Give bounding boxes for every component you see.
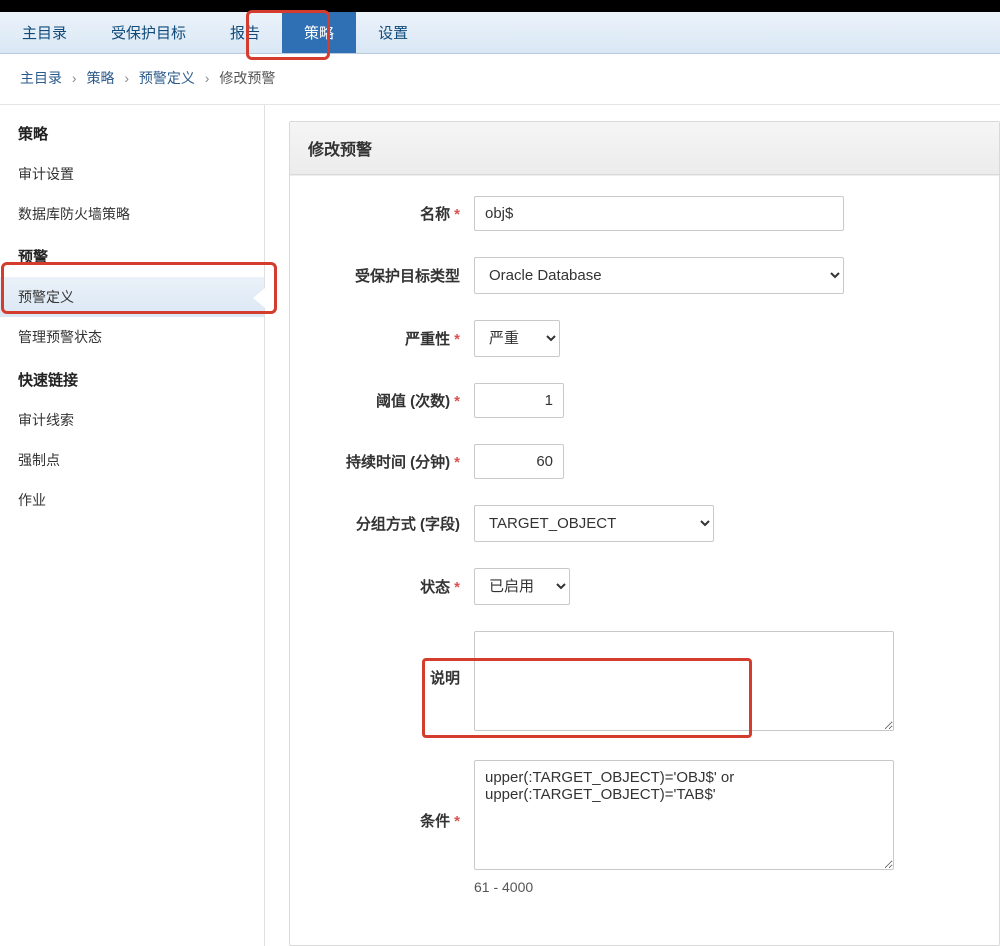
nav-tab-reports[interactable]: 报告: [208, 12, 282, 53]
crumb-separator: ›: [205, 70, 210, 86]
select-severity[interactable]: 严重: [474, 320, 560, 357]
main-layout: 策略 审计设置 数据库防火墙策略 预警 预警定义 管理预警状态 快速链接 审计线…: [0, 105, 1000, 946]
crumb-separator: ›: [124, 70, 129, 86]
sidebar-item-manage-alert-status[interactable]: 管理预警状态: [0, 317, 264, 357]
textarea-condition[interactable]: [474, 760, 894, 870]
label-name: 名称*: [314, 203, 474, 224]
label-threshold: 阈值 (次数)*: [314, 390, 474, 411]
sidebar: 策略 审计设置 数据库防火墙策略 预警 预警定义 管理预警状态 快速链接 审计线…: [0, 105, 265, 946]
nav-tab-policy[interactable]: 策略: [282, 12, 356, 53]
label-description: 说明: [314, 631, 474, 688]
row-name: 名称*: [314, 196, 975, 231]
crumb-home[interactable]: 主目录: [20, 70, 62, 86]
input-name[interactable]: [474, 196, 844, 231]
condition-char-counter: 61 - 4000: [474, 879, 894, 895]
nav-tab-settings[interactable]: 设置: [356, 12, 430, 53]
row-severity: 严重性* 严重: [314, 320, 975, 357]
content-area: 修改预警 名称* 受保护目标类型 Oracle: [265, 105, 1000, 946]
row-duration: 持续时间 (分钟)*: [314, 444, 975, 479]
row-condition: 条件* 61 - 4000: [314, 760, 975, 895]
nav-tab-home[interactable]: 主目录: [0, 12, 89, 53]
row-protected-target-type: 受保护目标类型 Oracle Database: [314, 257, 975, 294]
row-group-by: 分组方式 (字段) TARGET_OBJECT: [314, 505, 975, 542]
top-nav: 主目录 受保护目标 报告 策略 设置: [0, 12, 1000, 54]
row-status: 状态* 已启用: [314, 568, 975, 605]
crumb-separator: ›: [72, 70, 77, 86]
input-threshold[interactable]: [474, 383, 564, 418]
crumb-alert-def[interactable]: 预警定义: [139, 70, 195, 86]
label-condition: 条件*: [314, 760, 474, 831]
brand-bar: ORACLE: [0, 0, 1000, 12]
sidebar-section-quicklinks: 快速链接: [0, 357, 264, 400]
nav-tab-protected-targets[interactable]: 受保护目标: [89, 12, 208, 53]
label-group-by: 分组方式 (字段): [314, 513, 474, 534]
input-duration[interactable]: [474, 444, 564, 479]
select-status[interactable]: 已启用: [474, 568, 570, 605]
sidebar-section-policy: 策略: [0, 111, 264, 154]
textarea-description[interactable]: [474, 631, 894, 731]
label-severity: 严重性*: [314, 328, 474, 349]
select-group-by[interactable]: TARGET_OBJECT: [474, 505, 714, 542]
crumb-edit-alert: 修改预警: [219, 70, 275, 86]
label-protected-target-type: 受保护目标类型: [314, 265, 474, 286]
row-description: 说明: [314, 631, 975, 734]
sidebar-section-alert: 预警: [0, 234, 264, 277]
sidebar-item-audit-trail[interactable]: 审计线索: [0, 400, 264, 440]
row-threshold: 阈值 (次数)*: [314, 383, 975, 418]
breadcrumb: 主目录 › 策略 › 预警定义 › 修改预警: [0, 54, 1000, 105]
select-protected-target-type[interactable]: Oracle Database: [474, 257, 844, 294]
label-status: 状态*: [314, 576, 474, 597]
sidebar-item-firewall-policy[interactable]: 数据库防火墙策略: [0, 194, 264, 234]
label-duration: 持续时间 (分钟)*: [314, 451, 474, 472]
edit-alert-panel: 修改预警 名称* 受保护目标类型 Oracle: [289, 121, 1000, 946]
panel-title: 修改预警: [290, 122, 999, 175]
brand-text: ORACLE: [14, 0, 133, 4]
sidebar-item-audit-settings[interactable]: 审计设置: [0, 154, 264, 194]
panel-body: 名称* 受保护目标类型 Oracle Database: [290, 175, 999, 945]
sidebar-item-enforcement-points[interactable]: 强制点: [0, 440, 264, 480]
sidebar-item-jobs[interactable]: 作业: [0, 480, 264, 520]
sidebar-item-alert-definitions[interactable]: 预警定义: [0, 277, 264, 317]
crumb-policy[interactable]: 策略: [86, 70, 114, 86]
